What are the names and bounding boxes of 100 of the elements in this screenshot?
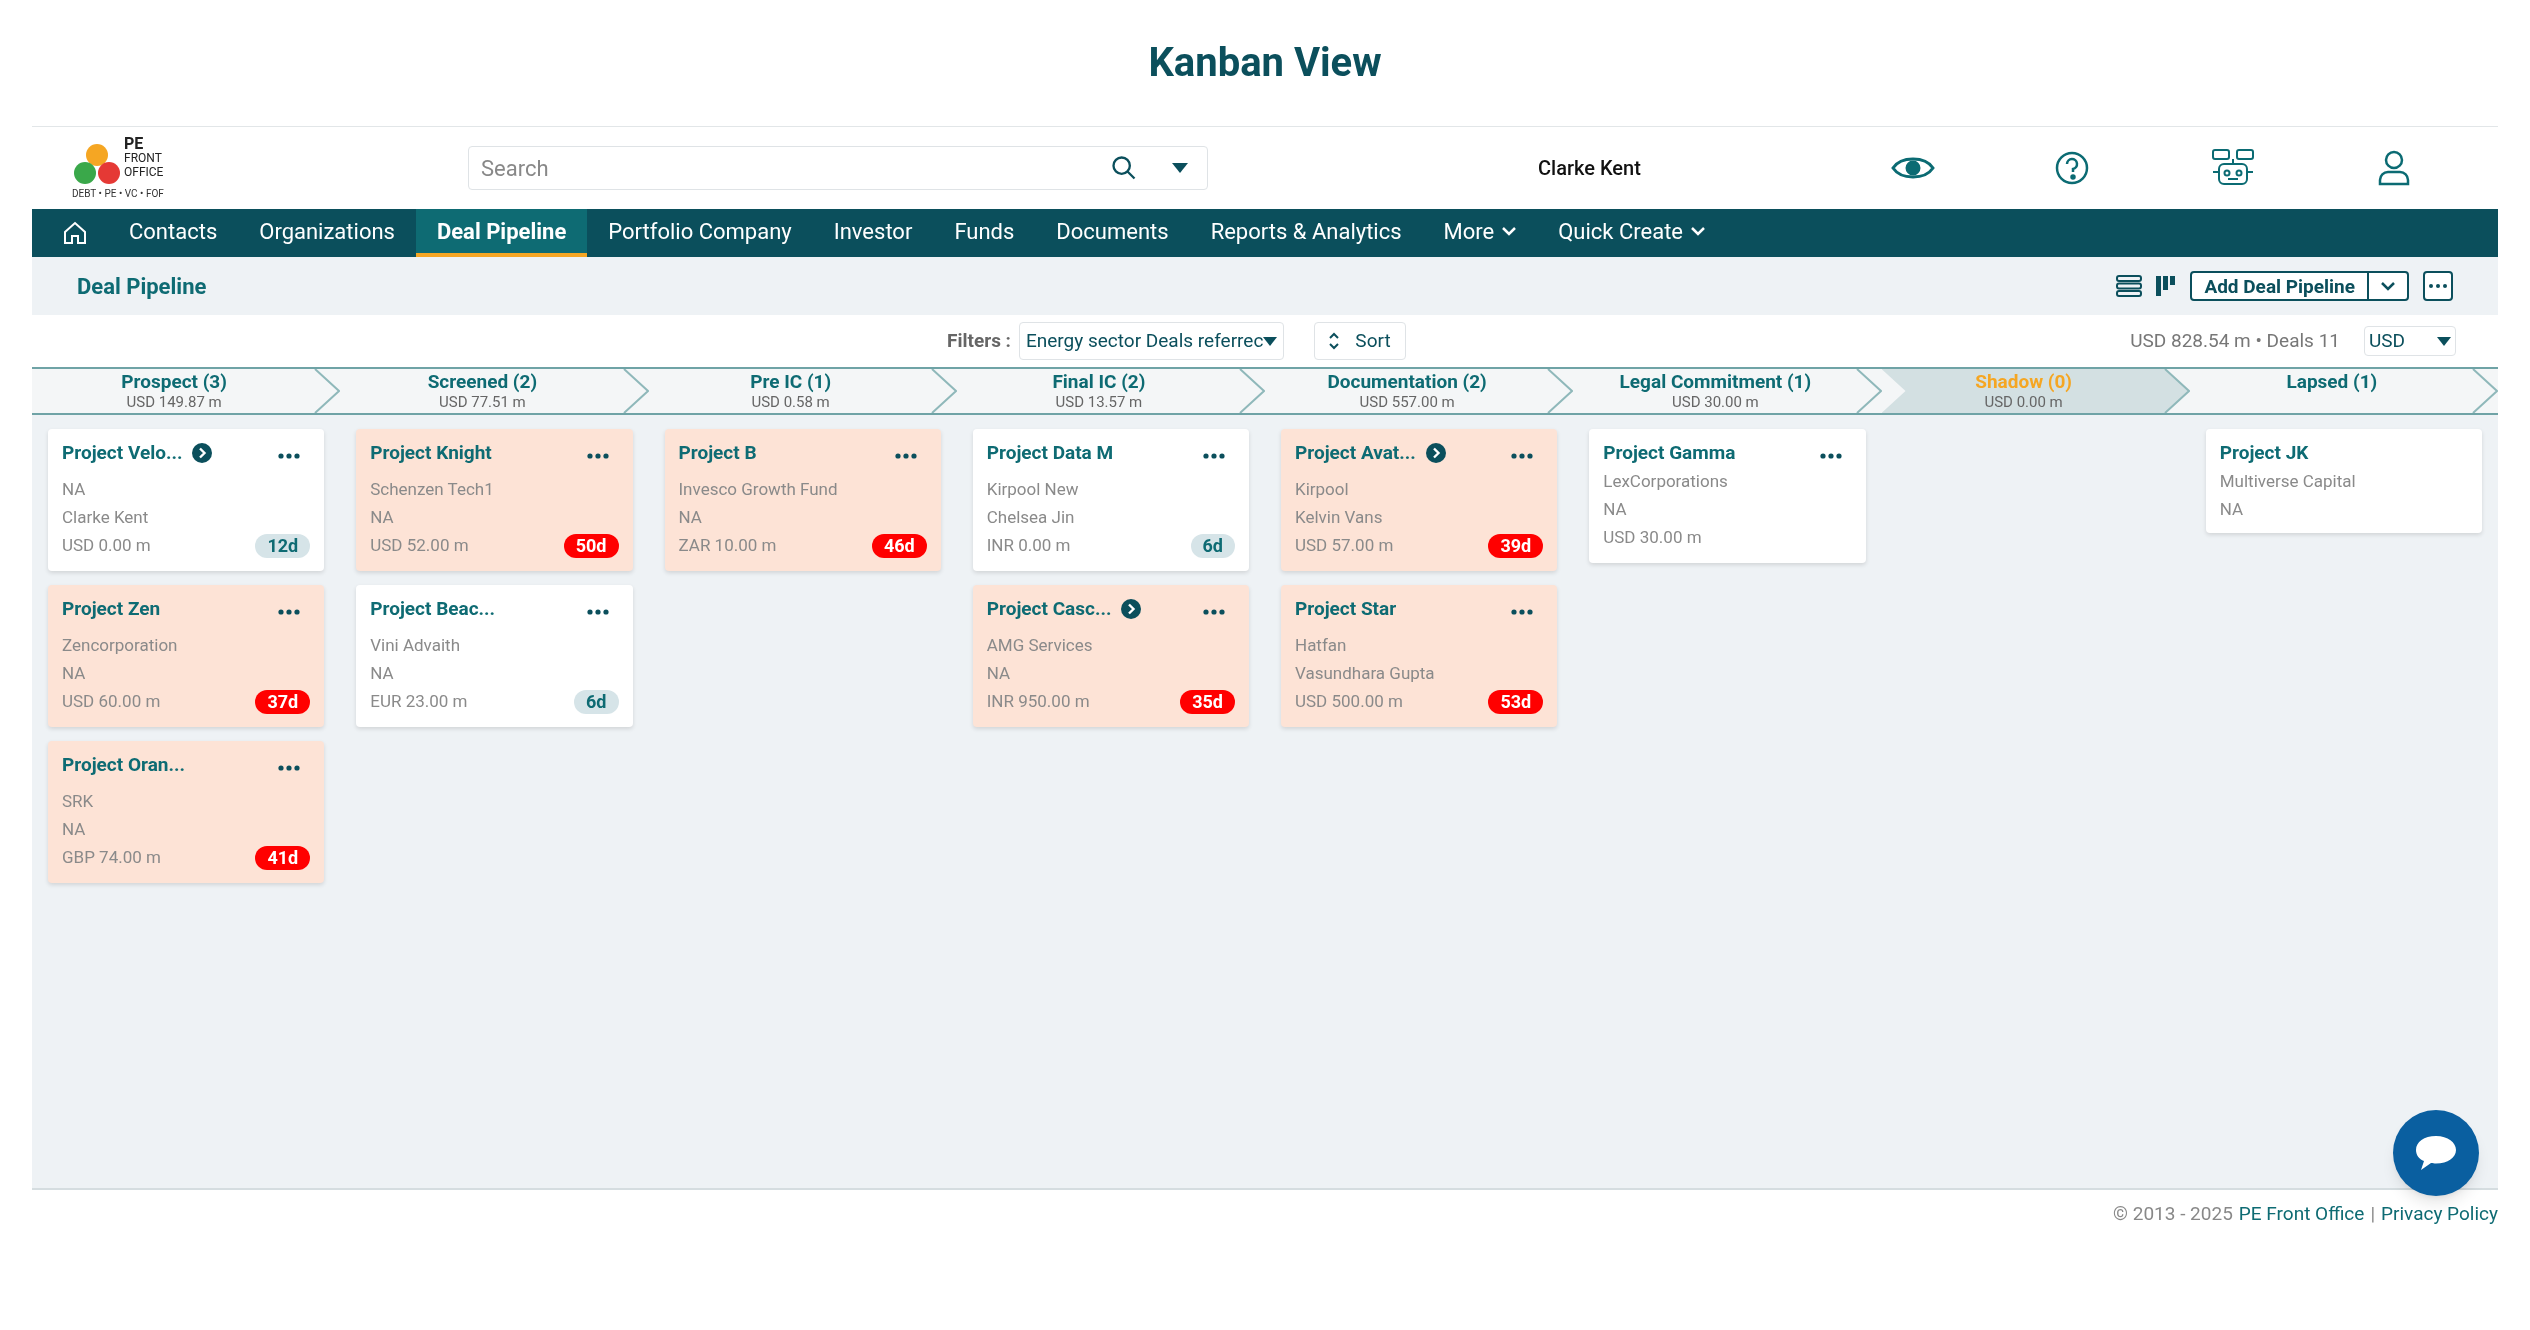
deal-amount: USD 52.00 m	[370, 534, 469, 558]
more-options-icon[interactable]	[1819, 453, 1842, 459]
sort-button[interactable]: Sort	[1314, 322, 1406, 360]
deal-card[interactable]: Project B Invesco Growth Fund NA ZAR 10.00 m 46d	[664, 429, 941, 571]
more-options-icon[interactable]	[278, 609, 301, 615]
age-badge: 50d	[563, 534, 619, 558]
more-options-icon[interactable]	[1203, 453, 1225, 459]
caret-icon[interactable]	[1172, 163, 1188, 173]
card-title[interactable]: Project Velo...	[62, 438, 183, 468]
deal-card[interactable]: Project Star Hatfan Vasundhara Gupta USD 500.00 m 53d	[1281, 585, 1558, 727]
list-view-icon[interactable]	[2116, 275, 2143, 297]
stage-header[interactable]: Prospect (3) USD 149.87 m	[32, 369, 341, 413]
chevron-divider	[930, 369, 957, 413]
more-options-icon[interactable]	[1511, 609, 1534, 615]
more-options-icon[interactable]	[586, 453, 609, 459]
deal-card[interactable]: Project Beac... Vini Advaith NA EUR 23.00 m 6d	[356, 585, 633, 727]
more-options-icon[interactable]	[894, 453, 917, 459]
nav-tab[interactable]: Funds	[933, 209, 1036, 257]
currency-dropdown[interactable]: USD	[2364, 326, 2456, 356]
nav-tab[interactable]: More	[1422, 209, 1538, 257]
more-options-icon[interactable]	[278, 453, 301, 459]
card-detail: Kelvin Vans	[1295, 506, 1384, 529]
arrow-circle-icon[interactable]	[192, 443, 213, 463]
deal-card[interactable]: Project Zen Zencorporation NA USD 60.00 m 37d	[48, 585, 325, 727]
age-badge: 46d	[871, 534, 927, 558]
more-options-button[interactable]	[2423, 271, 2453, 301]
age-badge: 41d	[255, 846, 311, 870]
stage-header[interactable]: Shadow (0) USD 0.00 m	[1881, 369, 2190, 413]
stage-header[interactable]: Legal Commitment (1) USD 30.00 m	[1573, 369, 1882, 413]
card-title[interactable]: Project JK	[2219, 438, 2309, 468]
search-icon[interactable]	[1110, 154, 1138, 182]
card-title[interactable]: Project Avat...	[1295, 438, 1416, 468]
card-detail: SRK	[62, 790, 95, 813]
arrow-circle-icon[interactable]	[1121, 599, 1142, 619]
age-badge: 12d	[255, 534, 311, 558]
kanban-view-icon[interactable]	[2156, 276, 2177, 296]
company-logo[interactable]: PE FRONT OFFICE DEBT • PE • VC • FOF	[72, 135, 202, 201]
age-badge: 53d	[1488, 690, 1544, 714]
deal-amount: GBP 74.00 m	[62, 846, 161, 870]
card-detail: NA	[1603, 498, 1628, 521]
nav-tab[interactable]: Organizations	[238, 209, 416, 257]
card-title[interactable]: Project Gamma	[1603, 438, 1736, 468]
home-icon[interactable]	[62, 220, 88, 246]
card-detail: NA	[62, 478, 87, 501]
nav-tab[interactable]: Portfolio Company	[587, 209, 813, 257]
sort-icon	[1329, 332, 1340, 350]
search-field[interactable]: Search	[468, 146, 1208, 190]
arrow-circle-icon[interactable]	[1425, 443, 1446, 463]
more-options-icon[interactable]	[586, 609, 609, 615]
chevron-divider	[1547, 369, 1574, 413]
privacy-policy-link[interactable]: Privacy Policy	[2381, 1200, 2498, 1229]
stage-header[interactable]: Pre IC (1) USD 0.58 m	[648, 369, 957, 413]
card-detail: NA	[370, 506, 395, 529]
deal-card[interactable]: Project Avat... Kirpool Kelvin Vans USD 57.00 m 39d	[1281, 429, 1558, 571]
deal-card[interactable]: Project Casc... AMG Services NA INR 950.00 m 35d	[972, 585, 1249, 727]
card-detail: Vini Advaith	[370, 634, 462, 657]
card-title[interactable]: Project Oran...	[62, 750, 185, 780]
nav-tab[interactable]: Investor	[812, 209, 934, 257]
card-title[interactable]: Project Data M	[986, 438, 1114, 468]
stage-header[interactable]: Final IC (2) USD 13.57 m	[956, 369, 1265, 413]
chevron-down-icon	[1502, 226, 1517, 236]
card-title[interactable]: Project Star	[1295, 594, 1397, 624]
more-options-icon[interactable]	[278, 765, 301, 771]
card-detail: AMG Services	[986, 634, 1094, 657]
deal-card[interactable]: Project Oran... SRK NA GBP 74.00 m 41d	[48, 741, 325, 883]
nav-tab[interactable]: Deal Pipeline	[415, 209, 588, 257]
card-detail: Kirpool	[1295, 478, 1350, 501]
card-detail: Clarke Kent	[62, 506, 150, 529]
deal-amount: EUR 23.00 m	[370, 690, 468, 714]
deal-card[interactable]: Project JK Multiverse Capital NA	[2205, 429, 2482, 533]
user-icon[interactable]	[2376, 150, 2411, 186]
speech-bubble-icon	[2413, 1133, 2459, 1173]
age-badge: 35d	[1180, 690, 1235, 714]
more-options-icon[interactable]	[1511, 453, 1534, 459]
stage-header[interactable]: Lapsed (1)	[2189, 369, 2498, 413]
section-title: Deal Pipeline	[77, 272, 207, 301]
card-title[interactable]: Project Casc...	[986, 594, 1112, 624]
nav-tab[interactable]: Quick Create	[1537, 209, 1727, 257]
stage-header[interactable]: Documentation (2) USD 557.00 m	[1265, 369, 1574, 413]
deal-amount: USD 0.00 m	[62, 534, 151, 558]
filter-dropdown[interactable]: Energy sector Deals referrec	[1018, 322, 1285, 360]
card-title[interactable]: Project Beac...	[370, 594, 496, 624]
chevron-divider	[622, 369, 649, 413]
deal-card[interactable]: Project Gamma LexCorporations NA USD 30.00 m	[1589, 429, 1866, 563]
nav-tab[interactable]: Reports & Analytics	[1189, 209, 1423, 257]
chevron-divider	[314, 369, 341, 413]
deal-card[interactable]: Project Data M Kirpool New Chelsea Jin INR 0.00 m 6d	[972, 429, 1249, 571]
more-options-icon[interactable]	[1203, 609, 1225, 615]
deal-card[interactable]: Project Velo... NA Clarke Kent USD 0.00 m 12d	[48, 429, 325, 571]
card-title[interactable]: Project Zen	[62, 594, 161, 624]
help-icon[interactable]	[2054, 151, 2089, 185]
card-detail: Invesco Growth Fund	[678, 478, 839, 501]
deal-card[interactable]: Project Knight Schenzen Tech1 NA USD 52.00 m 50d	[356, 429, 633, 571]
stage-header[interactable]: Screened (2) USD 77.51 m	[340, 369, 649, 413]
nav-tab[interactable]: Documents	[1035, 209, 1190, 257]
nav-tab[interactable]: Contacts	[108, 209, 239, 257]
company-link[interactable]: PE Front Office	[2238, 1200, 2365, 1229]
age-badge: 39d	[1488, 534, 1544, 558]
card-title[interactable]: Project Knight	[370, 438, 492, 468]
card-title[interactable]: Project B	[678, 438, 757, 468]
